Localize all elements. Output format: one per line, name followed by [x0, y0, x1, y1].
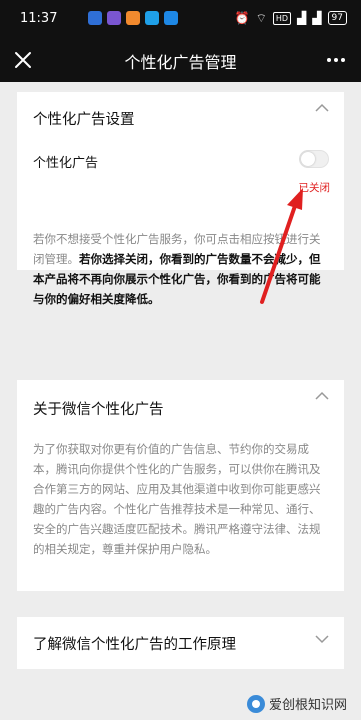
more-button[interactable] [321, 45, 351, 75]
app-icon [107, 11, 121, 25]
status-bar: 11:37 ⏰ ⌔ HD ▟ ▟ 97 [0, 0, 361, 38]
signal-icon: ▟ [297, 11, 307, 25]
watermark: 爱创根知识网 [246, 694, 347, 713]
status-time: 11:37 [20, 11, 58, 26]
personalized-ads-label: 个性化广告 [33, 156, 99, 171]
app-icon [126, 11, 140, 25]
about-ads-description: 为了你获取对你更有价值的广告信息、节约你的交易成本，腾讯向你提供个性化的广告服务… [33, 442, 321, 556]
watermark-text: 爱创根知识网 [268, 698, 347, 713]
top-nav-bar: 个性化广告管理 [0, 38, 361, 82]
alarm-icon: ⏰ [234, 11, 250, 25]
personalized-ads-toggle[interactable] [299, 150, 329, 168]
signal-icon: ▟ [312, 11, 322, 25]
toggle-knob [301, 152, 315, 166]
chevron-up-icon[interactable] [314, 391, 330, 401]
watermark-logo-icon [246, 694, 265, 713]
app-icon [88, 11, 102, 25]
ad-settings-card: 个性化广告设置 个性化广告 已关闭 若你不想接受个性化广告服务，你可点击相应按钮… [17, 92, 344, 306]
status-icons: ⏰ ⌔ HD ▟ ▟ 97 [235, 11, 347, 25]
battery-icon: 97 [327, 11, 347, 25]
app-icon [164, 11, 178, 25]
ad-settings-title: 个性化广告设置 [33, 112, 135, 128]
app-icon [145, 11, 159, 25]
notification-app-icons [88, 11, 178, 25]
how-it-works-title: 了解微信个性化广告的工作原理 [33, 637, 236, 653]
about-ads-card: 关于微信个性化广告 为了你获取对你更有价值的广告信息、节约你的交易成本，腾讯向你… [17, 380, 344, 591]
chevron-down-icon[interactable] [314, 634, 330, 644]
how-it-works-card[interactable]: 了解微信个性化广告的工作原理 [17, 617, 344, 669]
page-title: 个性化广告管理 [124, 53, 237, 72]
chevron-up-icon[interactable] [314, 103, 330, 113]
toggle-status-text: 已关闭 [298, 182, 331, 194]
more-dots-icon [327, 58, 345, 62]
wifi-icon: ⌔ [255, 11, 267, 25]
hd-badge: HD [272, 11, 292, 25]
about-ads-title: 关于微信个性化广告 [33, 402, 164, 418]
ad-settings-description: 若你不想接受个性化广告服务，你可点击相应按钮进行关闭管理。若你选择关闭，你看到的… [33, 229, 329, 309]
